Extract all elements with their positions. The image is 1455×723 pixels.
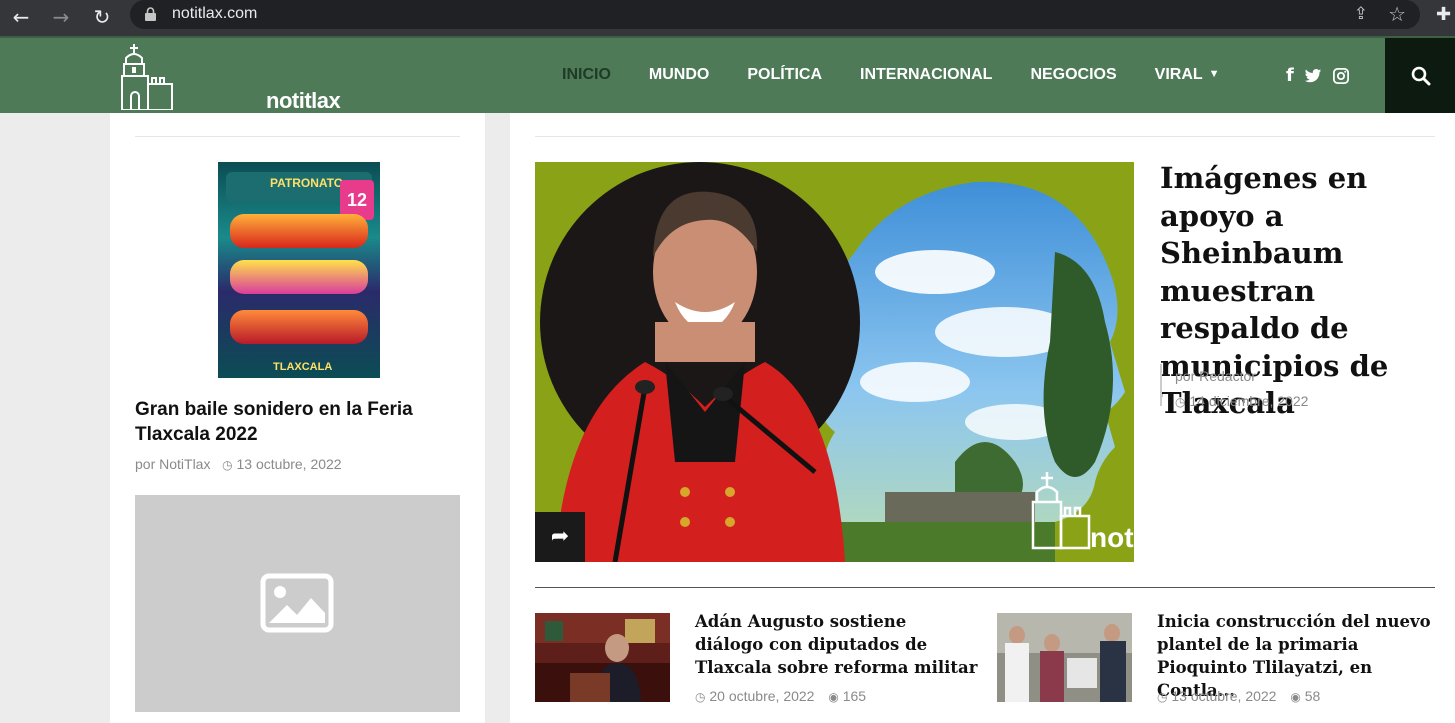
image-placeholder[interactable]	[135, 495, 460, 712]
clock-icon: ◷	[1175, 395, 1186, 409]
poster-band-3	[230, 310, 368, 344]
nav-item-mundo[interactable]: MUNDO	[649, 66, 709, 84]
nav-item-viral[interactable]: VIRAL ▼	[1155, 66, 1220, 84]
browser-toolbar: ← → ↻ notitlax.com ⇪ ☆ ✚	[0, 0, 1455, 36]
nav-item-politica[interactable]: POLÍTICA	[747, 66, 822, 84]
article-date: 20 octubre, 2022	[709, 688, 815, 704]
image-placeholder-icon	[260, 573, 334, 633]
view-count: ◉ 165	[828, 688, 866, 704]
facebook-icon[interactable]: f	[1286, 65, 1294, 86]
twitter-icon[interactable]	[1304, 67, 1322, 85]
article-card-meta: ◷ 20 octubre, 2022 ◉ 165	[695, 688, 866, 704]
lock-icon	[145, 7, 156, 21]
nav-item-inicio[interactable]: INICIO	[562, 66, 611, 84]
social-links: f	[1286, 65, 1350, 86]
poster-band-1	[230, 214, 368, 248]
image-watermark-text: notit	[1090, 522, 1134, 553]
poster-footer: TLAXCALA	[273, 361, 333, 373]
nav-item-internacional[interactable]: INTERNACIONAL	[860, 66, 992, 84]
section-divider	[535, 587, 1435, 588]
article-date-row: ◷ 14 diciembre, 2022	[1175, 389, 1308, 415]
featured-illustration	[540, 162, 1125, 562]
bookmark-star-icon[interactable]: ☆	[1388, 2, 1406, 26]
clock-icon: ◷	[222, 458, 233, 472]
address-bar[interactable]: notitlax.com ⇪ ☆	[130, 0, 1420, 29]
divider	[535, 136, 1435, 137]
nav-item-negocios[interactable]: NEGOCIOS	[1030, 66, 1116, 84]
chevron-down-icon: ▼	[1208, 68, 1220, 80]
search-button[interactable]	[1385, 38, 1455, 113]
poster-title: PATRONATO	[270, 176, 344, 190]
logo-wordmark: notitlax	[266, 88, 341, 113]
nav-item-viral-label: VIRAL	[1154, 66, 1203, 83]
article-thumbnail[interactable]	[997, 613, 1132, 702]
article-card-title[interactable]: Adán Augusto sostiene diálogo con diputa…	[695, 610, 980, 679]
article-card-meta: ◷ 13 octubre, 2022 ◉ 58	[1157, 688, 1320, 704]
article-date: 13 octubre, 2022	[1171, 688, 1277, 704]
clock-icon: ◷	[1157, 690, 1168, 704]
article-thumbnail[interactable]	[535, 613, 670, 702]
share-arrow-icon: ➦	[550, 524, 570, 549]
forward-icon[interactable]: →	[48, 4, 74, 30]
eye-icon: ◉	[1290, 690, 1301, 704]
view-count-value: 58	[1304, 688, 1321, 704]
view-count-value: 165	[842, 688, 867, 704]
clock-icon: ◷	[695, 690, 706, 704]
featured-article-image[interactable]: notit ➦	[535, 162, 1134, 562]
extensions-icon[interactable]: ✚	[1436, 4, 1451, 25]
site-header: notitlax INICIO MUNDO POLÍTICA INTERNACI…	[0, 36, 1455, 113]
school-event-photo	[997, 613, 1132, 702]
main-column: notit ➦ Imágenes en apoyo a Sheinbaum mu…	[510, 113, 1455, 723]
article-date: 13 octubre, 2022	[236, 456, 342, 472]
congress-photo	[535, 613, 670, 702]
sidebar-article-meta: por NotiTlax ◷ 13 octubre, 2022	[135, 456, 342, 472]
author-link[interactable]: por NotiTlax	[135, 456, 210, 472]
site-logo[interactable]: notitlax	[120, 44, 341, 113]
url-text: notitlax.com	[172, 5, 258, 22]
view-count: ◉ 58	[1290, 688, 1320, 704]
share-icon[interactable]: ⇪	[1354, 4, 1368, 24]
back-icon[interactable]: ←	[8, 4, 34, 30]
featured-article-meta: por Redactor ◷ 14 diciembre, 2022	[1160, 364, 1308, 409]
article-date: 14 diciembre, 2022	[1189, 393, 1309, 409]
event-poster-image[interactable]: PATRONATO 12 TLAXCALA	[218, 162, 380, 378]
divider	[135, 136, 460, 137]
poster-band-2	[230, 260, 368, 294]
sidebar-article-title[interactable]: Gran baile sonidero en la Feria Tlaxcala…	[135, 397, 455, 447]
reload-icon[interactable]: ↻	[89, 4, 115, 30]
search-icon	[1411, 66, 1431, 86]
church-logo-icon	[121, 44, 173, 111]
share-button[interactable]: ➦	[535, 512, 585, 562]
sidebar-column: PATRONATO 12 TLAXCALA Gran baile sonider…	[110, 113, 485, 723]
author-link[interactable]: por Redactor	[1175, 364, 1308, 389]
main-nav: INICIO MUNDO POLÍTICA INTERNACIONAL NEGO…	[562, 66, 1258, 84]
eye-icon: ◉	[828, 690, 839, 704]
instagram-icon[interactable]	[1332, 67, 1350, 85]
